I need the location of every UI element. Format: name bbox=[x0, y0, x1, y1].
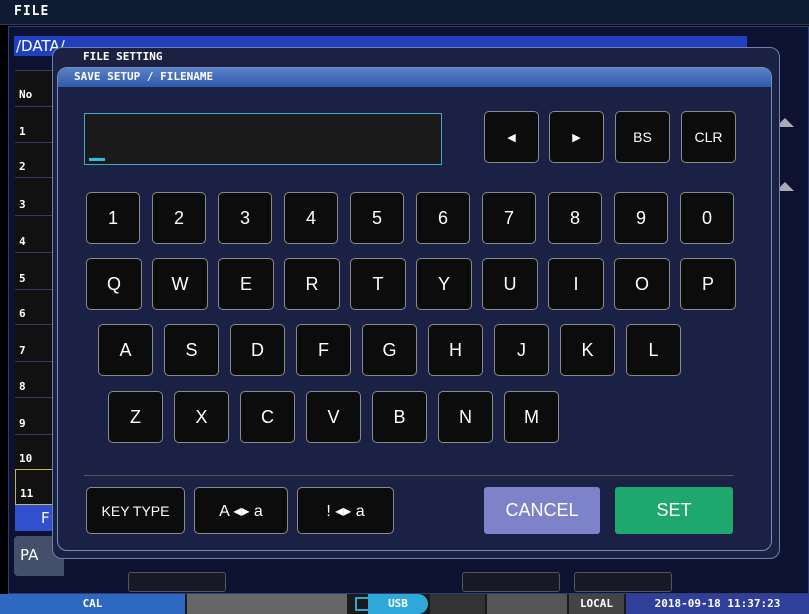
table-row[interactable]: 5 bbox=[15, 252, 55, 289]
table-row[interactable]: 1 bbox=[15, 106, 55, 142]
key-9[interactable]: 9 bbox=[614, 192, 668, 244]
key-k[interactable]: K bbox=[560, 324, 615, 376]
key-o[interactable]: O bbox=[614, 258, 670, 310]
key-s[interactable]: S bbox=[164, 324, 219, 376]
key-w[interactable]: W bbox=[152, 258, 208, 310]
key-8[interactable]: 8 bbox=[548, 192, 602, 244]
text-cursor bbox=[89, 158, 105, 161]
key-l[interactable]: L bbox=[626, 324, 681, 376]
key-t[interactable]: T bbox=[350, 258, 406, 310]
status-slot bbox=[430, 594, 485, 614]
key-n[interactable]: N bbox=[438, 391, 493, 443]
table-row[interactable]: 10 bbox=[15, 434, 55, 469]
panel-header: SAVE SETUP / FILENAME bbox=[58, 68, 771, 87]
usb-icon bbox=[355, 597, 369, 611]
filename-input[interactable] bbox=[84, 113, 442, 165]
key-1[interactable]: 1 bbox=[86, 192, 140, 244]
table-row-selected[interactable]: 11 bbox=[15, 469, 57, 505]
symbol-toggle-button[interactable]: ! ◂▸ a bbox=[297, 487, 394, 534]
backspace-key[interactable]: BS bbox=[615, 111, 670, 163]
key-z[interactable]: Z bbox=[108, 391, 163, 443]
key-5[interactable]: 5 bbox=[350, 192, 404, 244]
key-f[interactable]: F bbox=[296, 324, 351, 376]
set-button[interactable]: SET bbox=[615, 487, 733, 534]
key-4[interactable]: 4 bbox=[284, 192, 338, 244]
key-c[interactable]: C bbox=[240, 391, 295, 443]
key-u[interactable]: U bbox=[482, 258, 538, 310]
status-slot bbox=[487, 594, 567, 614]
key-type-button[interactable]: KEY TYPE bbox=[86, 487, 185, 534]
dialog-title: FILE SETTING bbox=[83, 50, 163, 63]
status-slot bbox=[187, 594, 347, 614]
usb-indicator: USB bbox=[368, 594, 428, 614]
column-header-no: No bbox=[15, 70, 55, 105]
key-j[interactable]: J bbox=[494, 324, 549, 376]
key-0[interactable]: 0 bbox=[680, 192, 734, 244]
panel-title: SAVE SETUP / FILENAME bbox=[74, 70, 214, 83]
file-menu[interactable]: FILE bbox=[14, 4, 49, 19]
left-arrow-icon: ◀ bbox=[507, 131, 516, 144]
bg-softkey bbox=[462, 572, 560, 592]
bg-softkey bbox=[574, 572, 672, 592]
key-6[interactable]: 6 bbox=[416, 192, 470, 244]
right-arrow-icon: ▶ bbox=[572, 131, 581, 144]
key-r[interactable]: R bbox=[284, 258, 340, 310]
key-a[interactable]: A bbox=[98, 324, 153, 376]
table-row[interactable]: 7 bbox=[15, 324, 55, 361]
status-bar: CAL USB LOCAL 2018-09-18 11:37:23 bbox=[0, 594, 809, 614]
bg-softkey bbox=[128, 572, 226, 592]
key-v[interactable]: V bbox=[306, 391, 361, 443]
key-m[interactable]: M bbox=[504, 391, 559, 443]
key-b[interactable]: B bbox=[372, 391, 427, 443]
key-e[interactable]: E bbox=[218, 258, 274, 310]
cancel-button[interactable]: CANCEL bbox=[484, 487, 600, 534]
key-q[interactable]: Q bbox=[86, 258, 142, 310]
key-i[interactable]: I bbox=[548, 258, 604, 310]
key-y[interactable]: Y bbox=[416, 258, 472, 310]
key-2[interactable]: 2 bbox=[152, 192, 206, 244]
table-row[interactable]: 6 bbox=[15, 289, 55, 324]
divider bbox=[84, 475, 734, 476]
case-toggle-button[interactable]: A ◂▸ a bbox=[194, 487, 288, 534]
table-row[interactable]: 2 bbox=[15, 142, 55, 177]
local-indicator: LOCAL bbox=[569, 594, 624, 614]
table-row[interactable]: 3 bbox=[15, 177, 55, 215]
key-g[interactable]: G bbox=[362, 324, 417, 376]
cal-indicator: CAL bbox=[0, 594, 185, 614]
cursor-left-key[interactable]: ◀ bbox=[484, 111, 539, 163]
clear-key[interactable]: CLR bbox=[681, 111, 736, 163]
key-7[interactable]: 7 bbox=[482, 192, 536, 244]
key-h[interactable]: H bbox=[428, 324, 483, 376]
datetime: 2018-09-18 11:37:23 bbox=[626, 594, 809, 614]
key-3[interactable]: 3 bbox=[218, 192, 272, 244]
key-d[interactable]: D bbox=[230, 324, 285, 376]
cursor-right-key[interactable]: ▶ bbox=[549, 111, 604, 163]
table-row[interactable]: 8 bbox=[15, 361, 55, 397]
key-p[interactable]: P bbox=[680, 258, 736, 310]
table-row[interactable]: 9 bbox=[15, 397, 55, 434]
key-x[interactable]: X bbox=[174, 391, 229, 443]
menu-bar: FILE bbox=[0, 0, 809, 25]
table-row[interactable]: 4 bbox=[15, 215, 55, 252]
